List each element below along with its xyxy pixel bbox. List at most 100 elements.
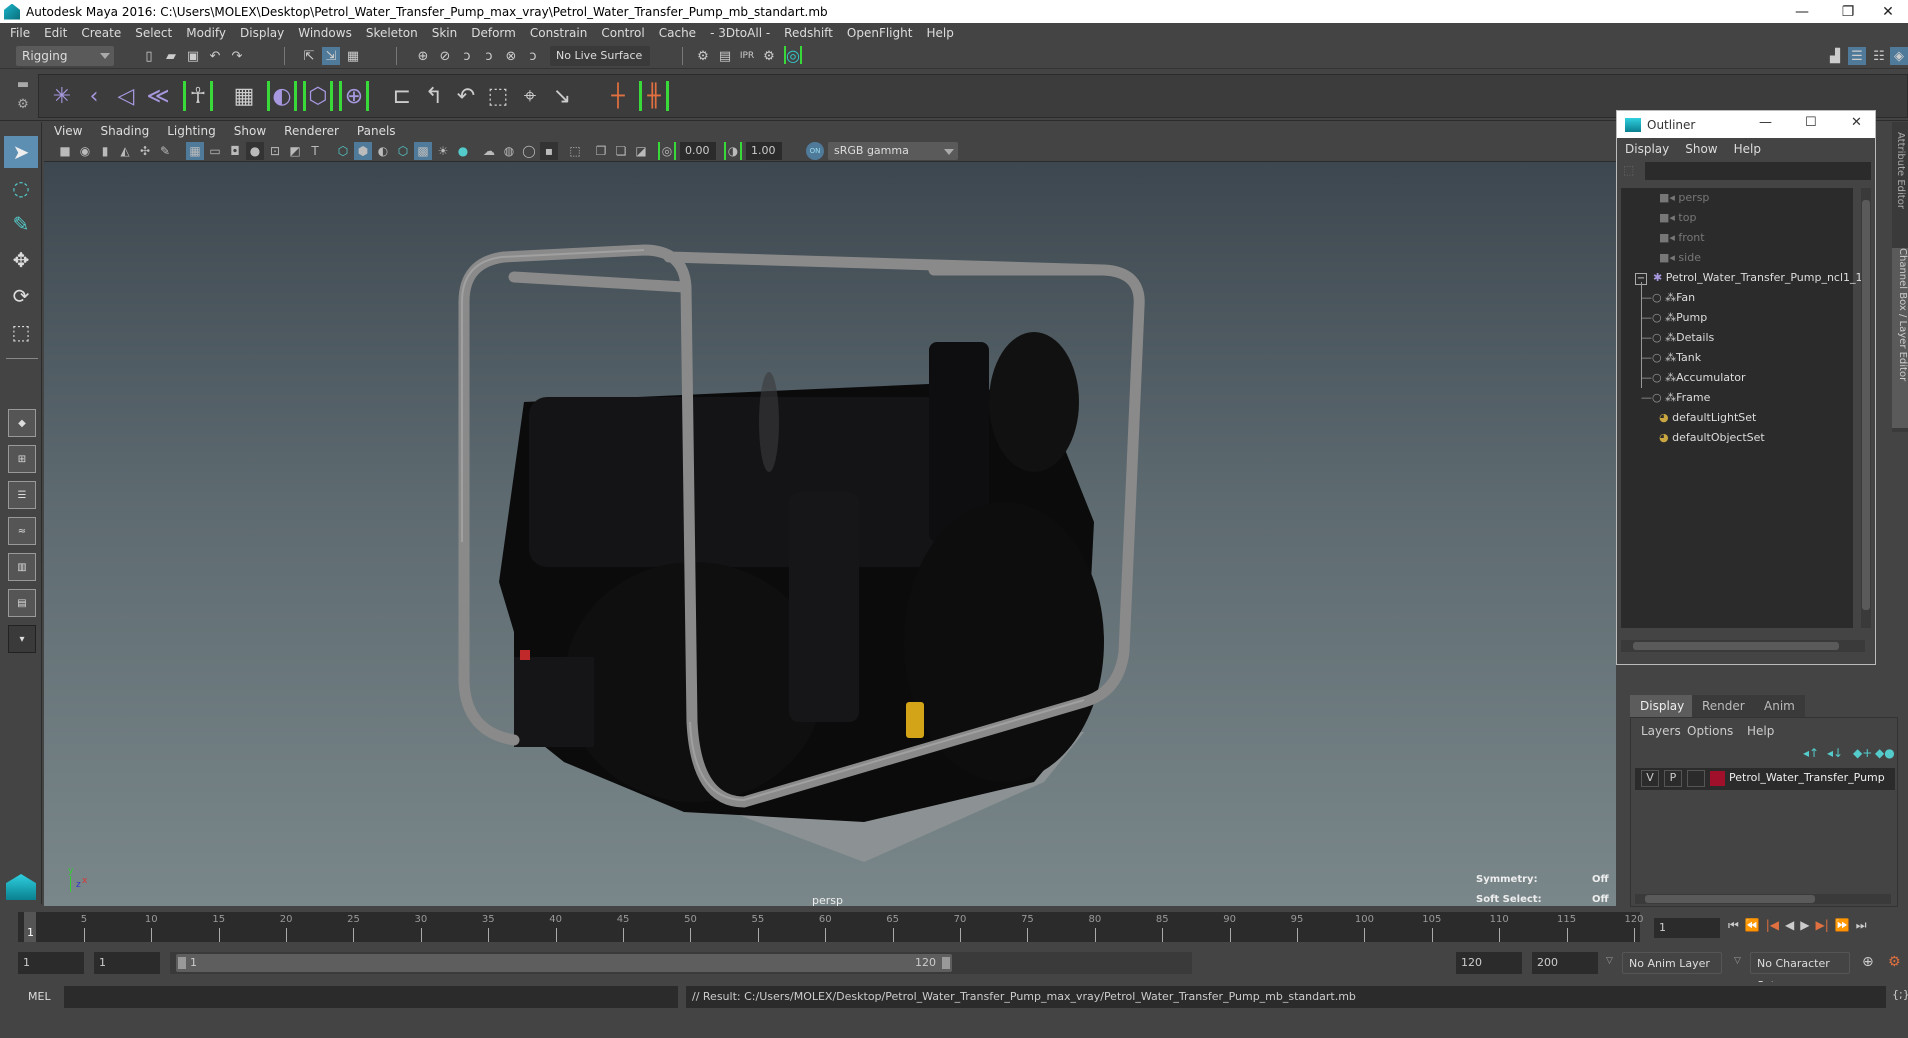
menu-edit[interactable]: Edit [44, 26, 67, 40]
scale-constraint-icon[interactable]: ⬚ [483, 81, 513, 111]
layer-playback-toggle[interactable]: P [1664, 770, 1682, 787]
grease-pencil-icon[interactable]: ✎ [156, 142, 174, 160]
current-frame-field[interactable]: 1 [1654, 918, 1720, 938]
snap-live-icon[interactable]: ↄ [524, 47, 542, 65]
layer-name[interactable]: Petrol_Water_Transfer_Pump [1729, 771, 1885, 784]
tab-display[interactable]: Display [1630, 695, 1695, 717]
outliner-item-persp[interactable]: ■◂ persp [1659, 188, 1709, 208]
restore-button[interactable]: ❐ [1826, 0, 1870, 23]
anim-layer-dropdown[interactable]: No Anim Layer [1622, 952, 1722, 974]
bind-skin-icon[interactable]: ▦ [229, 81, 259, 111]
ik-spline-icon[interactable]: ≪ [143, 81, 173, 111]
menu-3dtoall[interactable]: - 3DtoAll - [710, 26, 770, 40]
step-forward-frame-button[interactable]: ▶| [1816, 918, 1829, 933]
minimize-button[interactable]: — [1780, 0, 1824, 23]
joint-x-ray-icon[interactable]: ┼ [603, 81, 633, 111]
render-frame-icon[interactable]: ▤ [716, 47, 734, 65]
paint-select-tool-icon[interactable]: ✎ [4, 208, 38, 240]
exposure-icon[interactable]: ◎ [658, 142, 676, 160]
outliner-item-accumulator[interactable]: —○ ⁂Accumulator [1641, 368, 1746, 388]
redo-icon[interactable]: ↷ [228, 47, 246, 65]
snap-view-icon[interactable]: ↄ [480, 47, 498, 65]
outliner-item-fan[interactable]: —○ ⁂Fan [1641, 288, 1695, 308]
outliner-item-tank[interactable]: —○ ⁂Tank [1641, 348, 1701, 368]
channel-box-toggle-icon[interactable]: ◈ [1890, 47, 1908, 65]
pole-vector-icon[interactable]: ↘ [547, 81, 577, 111]
menu-cache[interactable]: Cache [659, 26, 696, 40]
camera-attributes-icon[interactable]: ◉ [76, 142, 94, 160]
layout-expand-icon[interactable]: ▾ [8, 625, 36, 653]
gate-mask-icon[interactable]: ● [246, 142, 264, 160]
point-constraint-icon[interactable]: ↰ [419, 81, 449, 111]
select-camera-icon[interactable]: ■ [56, 142, 74, 160]
exposure-field[interactable]: 0.00 [680, 142, 716, 160]
xray-icon[interactable]: ❐ [592, 142, 610, 160]
panel-menu-lighting[interactable]: Lighting [167, 124, 216, 138]
menu-openflight[interactable]: OpenFlight [847, 26, 913, 40]
step-forward-key-button[interactable]: ⏩ [1835, 918, 1850, 933]
menuset-dropdown[interactable]: Rigging [16, 46, 114, 66]
character-set-dropdown[interactable]: No Character Set [1750, 952, 1850, 992]
panel-menu-shading[interactable]: Shading [100, 124, 149, 138]
lasso-tool-icon[interactable]: ◌ [4, 172, 38, 204]
range-end-grip[interactable] [942, 957, 950, 969]
orient-constraint-icon[interactable]: ↶ [451, 81, 481, 111]
render-settings-icon[interactable]: ⚙ [694, 47, 712, 65]
image-plane-icon[interactable]: ◭ [116, 142, 134, 160]
outliner-horizontal-scrollbar[interactable] [1621, 640, 1865, 652]
menu-windows[interactable]: Windows [298, 26, 352, 40]
humanik-icon[interactable]: ☥ [183, 81, 213, 111]
shelf-settings-icon[interactable]: ⚙ [14, 95, 32, 113]
scale-tool-icon[interactable]: ⬚ [4, 316, 38, 348]
attribute-editor-tab[interactable]: Attribute Editor [1894, 132, 1906, 242]
animation-preferences-icon[interactable]: ⚙ [1888, 954, 1901, 970]
2d-pan-zoom-icon[interactable]: ✣ [136, 142, 154, 160]
snap-curve-icon[interactable]: ⊘ [436, 47, 454, 65]
menu-display[interactable]: Display [240, 26, 284, 40]
single-perspective-layout-icon[interactable]: ◆ [8, 409, 36, 437]
film-gate-icon[interactable]: ▭ [206, 142, 224, 160]
outliner-item-front[interactable]: ■◂ front [1659, 228, 1705, 248]
menu-create[interactable]: Create [81, 26, 121, 40]
auto-key-icon[interactable]: ⊕ [1862, 954, 1874, 970]
screen-space-ao-icon[interactable]: ☁ [480, 142, 498, 160]
gamma-field[interactable]: 1.00 [746, 142, 782, 160]
select-tool-icon[interactable]: ➤ [4, 136, 38, 168]
layer-visibility-toggle[interactable]: V [1641, 770, 1659, 787]
outliner-item-defaultobjectset[interactable]: ◕ defaultObjectSet [1659, 428, 1765, 448]
go-to-start-button[interactable]: ⏮ [1728, 918, 1739, 933]
parent-constraint-icon[interactable]: ⊏ [387, 81, 417, 111]
move-layer-up-icon[interactable]: ◂↑ [1803, 746, 1819, 760]
tab-anim[interactable]: Anim [1754, 695, 1805, 717]
paint-weights-icon[interactable]: ◐ [267, 81, 297, 111]
outliner-menu-show[interactable]: Show [1685, 142, 1717, 156]
open-scene-icon[interactable]: ▰ [162, 47, 180, 65]
motion-blur-icon[interactable]: ◍ [500, 142, 518, 160]
lattice-icon[interactable]: ⬡ [303, 81, 333, 111]
menu-help[interactable]: Help [926, 26, 953, 40]
scrollbar-thumb[interactable] [1633, 642, 1839, 650]
constraint-link-icon[interactable]: ╫ [639, 81, 669, 111]
layer-row[interactable]: V P Petrol_Water_Transfer_Pump [1635, 768, 1895, 790]
tab-render[interactable]: Render [1692, 695, 1755, 717]
bookmark-icon[interactable]: ▮ [96, 142, 114, 160]
chevron-down-icon[interactable]: ▽ [1606, 956, 1613, 966]
layer-menu-options[interactable]: Options [1687, 724, 1733, 738]
safe-title-icon[interactable]: T [306, 142, 324, 160]
move-tool-icon[interactable]: ✥ [4, 244, 38, 276]
select-component-icon[interactable]: ▦ [344, 47, 362, 65]
insert-joint-icon[interactable]: ‹ [79, 81, 109, 111]
layer-horizontal-scrollbar[interactable] [1635, 894, 1891, 904]
outliner-menu-display[interactable]: Display [1625, 142, 1669, 156]
isolate-select-icon[interactable]: ⬚ [566, 142, 584, 160]
outliner-menu-help[interactable]: Help [1734, 142, 1761, 156]
persp-outliner-layout-icon[interactable]: ☰ [8, 481, 36, 509]
create-joints-icon[interactable]: ✳ [47, 81, 77, 111]
aim-constraint-icon[interactable]: ⌖ [515, 81, 545, 111]
menu-control[interactable]: Control [601, 26, 644, 40]
new-scene-icon[interactable]: ▯ [140, 47, 158, 65]
snap-surface-icon[interactable]: ⊗ [502, 47, 520, 65]
layer-menu-layers[interactable]: Layers [1641, 724, 1681, 738]
outliner-minimize-button[interactable]: — [1759, 115, 1772, 130]
modeling-toolkit-icon[interactable]: ▟ [1826, 47, 1844, 65]
